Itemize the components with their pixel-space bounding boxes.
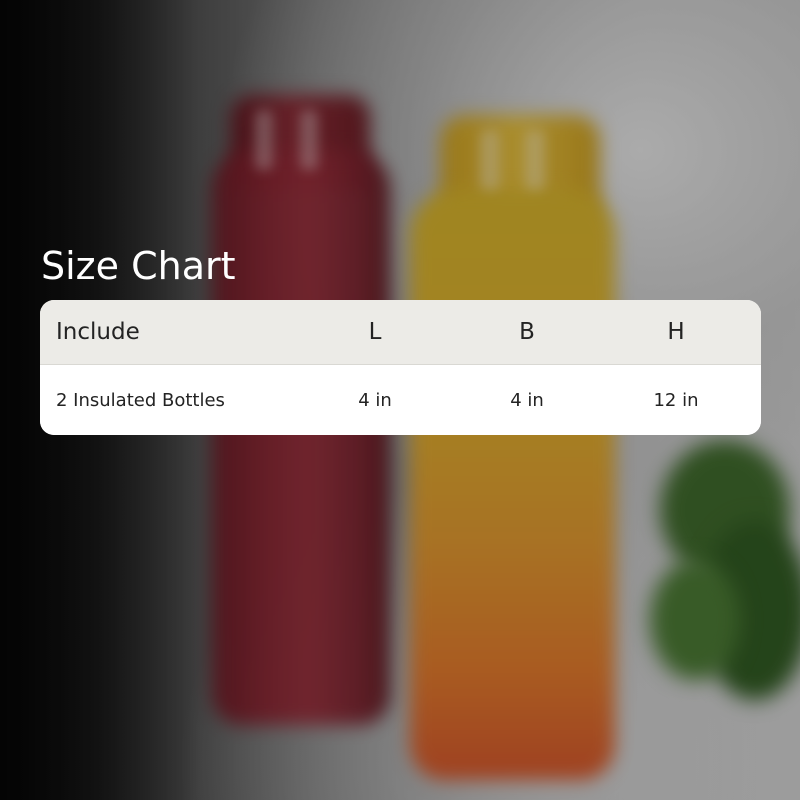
cell-height: 12 in [653,389,699,411]
header-height: H [667,319,685,345]
cell-length: 4 in [358,389,392,411]
size-chart-title: Size Chart [41,244,236,288]
header-include: Include [56,319,140,345]
table-row: 2 Insulated Bottles 4 in 4 in 12 in [40,365,761,435]
size-table: Include L B H 2 Insulated Bottles 4 in 4… [40,300,761,435]
header-breadth: B [519,319,535,345]
header-length: L [368,319,382,345]
cell-breadth: 4 in [510,389,544,411]
cell-include: 2 Insulated Bottles [56,389,225,411]
table-header-row: Include L B H [40,300,761,365]
size-chart-canvas: Size Chart Include L B H 2 Insulated Bot… [0,0,800,800]
